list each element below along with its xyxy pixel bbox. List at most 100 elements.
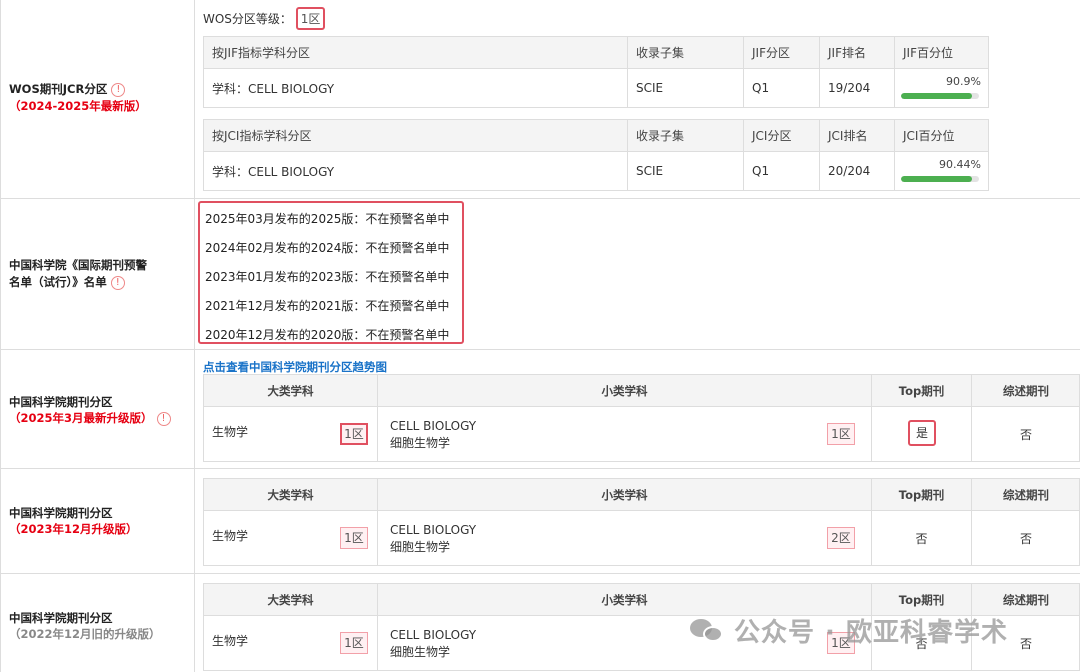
jci-header-percentile: JCI百分位 [894,120,989,151]
jif-percentile-cell: 90.9% [894,69,989,107]
warning-item: 2025年03月发布的2025版：不在预警名单中 [205,212,450,226]
warning-item: 2020年12月发布的2020版：不在预警名单中 [205,328,450,342]
info-icon[interactable]: ! [111,82,126,97]
cas-2025-label: 中国科学院期刊分区 [9,395,113,409]
cas-2023-label-cell: 中国科学院期刊分区 （2023年12月升级版） [1,469,195,573]
header-major: 大类学科 [267,487,314,502]
header-minor: 小类学科 [377,479,871,510]
minor-subject-cn: 细胞生物学 [390,436,451,450]
review-value: 否 [1019,428,1032,442]
review-value: 否 [1019,532,1032,546]
wos-grade-value: 1区 [295,7,326,30]
header-top: Top期刊 [871,584,971,615]
trend-chart-link[interactable]: 点击查看中国科学院期刊分区趋势图 [203,359,387,375]
wos-row: WOS期刊JCR分区 ! （2024-2025年最新版） WOS分区等级： 1区… [1,0,1080,199]
jif-percentile-text: 90.9% [946,75,981,88]
header-top: Top期刊 [871,375,971,406]
jci-quartile: Q1 [743,152,819,190]
jci-subset: SCIE [627,152,743,190]
jci-header-quartile: JCI分区 [743,120,819,151]
jif-header-percentile: JIF百分位 [894,37,989,68]
warning-item: 2023年01月发布的2023版：不在预警名单中 [205,270,450,284]
major-cell: 生物学 1区 [204,407,377,461]
cas-2023-header: 大类学科 小类学科 Top期刊 综述期刊 [204,479,1079,511]
jif-header-subject: 按JIF指标学科分区 [212,46,310,60]
warning-item: 2024年02月发布的2024版：不在预警名单中 [205,241,450,255]
cas-2022-label: 中国科学院期刊分区 [9,611,113,625]
cas-2025-content: 点击查看中国科学院期刊分区趋势图 大类学科 小类学科 Top期刊 综述期刊 生物… [196,350,1080,468]
minor-cell: CELL BIOLOGY 细胞生物学 1区 [377,407,871,461]
review-cell: 否 [971,407,1080,461]
cas-2025-header: 大类学科 小类学科 Top期刊 综述期刊 [204,375,1079,407]
cas-2022-label-cell: 中国科学院期刊分区 （2022年12月旧的升级版） [1,574,195,672]
top-value: 否 [915,532,928,546]
header-minor: 小类学科 [377,584,871,615]
header-review: 综述期刊 [971,375,1080,406]
top-value: 是 [908,420,936,446]
jci-header-rank: JCI排名 [819,120,894,151]
minor-zone-badge: 2区 [827,527,855,549]
cas-2025-row: 中国科学院期刊分区 （2025年3月最新升级版） ! 点击查看中国科学院期刊分区… [1,350,1080,469]
jif-header: 按JIF指标学科分区 收录子集 JIF分区 JIF排名 JIF百分位 [204,37,988,69]
cas-2023-content: 大类学科 小类学科 Top期刊 综述期刊 生物学 1区 CELL BIOLOGY… [196,469,1080,573]
warning-content: 2025年03月发布的2025版：不在预警名单中 2024年02月发布的2024… [196,199,1080,349]
header-top: Top期刊 [871,479,971,510]
jci-header-subject: 按JCI指标学科分区 [212,129,312,143]
wos-label: WOS期刊JCR分区 [9,82,108,96]
minor-subject-en: CELL BIOLOGY [390,419,477,433]
minor-subject-cn: 细胞生物学 [390,645,451,659]
jif-quartile: Q1 [743,69,819,107]
cas-2023-label: 中国科学院期刊分区 [9,506,113,520]
wos-edition: （2024-2025年最新版） [9,99,147,113]
watermark: 公众号 · 欧亚科睿学术 [690,612,1008,649]
jif-header-rank: JIF排名 [819,37,894,68]
jci-rank: 20/204 [819,152,894,190]
warning-item: 2021年12月发布的2021版：不在预警名单中 [205,299,450,313]
minor-subject-en: CELL BIOLOGY [390,628,477,642]
wos-label-cell: WOS期刊JCR分区 ! （2024-2025年最新版） [1,0,195,198]
jif-row: 学科：CELL BIOLOGY SCIE Q1 19/204 90.9% [204,69,988,107]
jif-subset: SCIE [627,69,743,107]
wechat-icon [690,617,726,645]
cas-2023-row: 中国科学院期刊分区 （2023年12月升级版） 大类学科 小类学科 Top期刊 … [1,469,1080,574]
jif-subject: 学科：CELL BIOLOGY [212,81,335,96]
major-zone-badge: 1区 [340,527,368,549]
top-cell: 否 [871,511,971,565]
info-icon[interactable]: ! [110,275,125,290]
jci-header-subset: 收录子集 [627,120,743,151]
cas-2025-body: 生物学 1区 CELL BIOLOGY 细胞生物学 1区 是 否 [204,407,1079,461]
jif-percentile-fill [901,93,972,99]
info-icon[interactable]: ! [156,411,171,426]
cas-2022-edition: （2022年12月旧的升级版） [9,627,161,641]
wos-grade-label: WOS分区等级： [203,12,292,26]
jci-subject: 学科：CELL BIOLOGY [212,164,335,179]
header-major: 大类学科 [267,592,314,607]
major-zone-badge: 1区 [340,423,368,445]
warning-row: 中国科学院《国际期刊预警 名单（试行）》名单 ! 2025年03月发布的2025… [1,199,1080,350]
watermark-text: 公众号 · 欧亚科睿学术 [734,618,1008,648]
jci-percentile-cell: 90.44% [894,152,989,190]
jci-percentile-fill [901,176,972,182]
header-review: 综述期刊 [971,479,1080,510]
minor-subject-en: CELL BIOLOGY [390,523,477,537]
jif-header-quartile: JIF分区 [743,37,819,68]
wos-content: WOS分区等级： 1区 按JIF指标学科分区 收录子集 JIF分区 JIF排名 … [196,0,1080,198]
jif-percentile-bar [901,93,979,99]
jci-header: 按JCI指标学科分区 收录子集 JCI分区 JCI排名 JCI百分位 [204,120,988,152]
major-zone-badge: 1区 [340,632,368,654]
warning-label-line2: 名单（试行）》名单 [9,275,107,289]
jif-table: 按JIF指标学科分区 收录子集 JIF分区 JIF排名 JIF百分位 学科：CE… [203,36,989,108]
cas-2025-label-cell: 中国科学院期刊分区 （2025年3月最新升级版） ! [1,350,195,468]
jci-table: 按JCI指标学科分区 收录子集 JCI分区 JCI排名 JCI百分位 学科：CE… [203,119,989,191]
major-cell: 生物学 1区 [204,511,377,565]
major-cell: 生物学 1区 [204,616,377,670]
minor-zone-badge: 1区 [827,423,855,445]
jif-rank: 19/204 [819,69,894,107]
jif-header-subset: 收录子集 [627,37,743,68]
cas-2023-table: 大类学科 小类学科 Top期刊 综述期刊 生物学 1区 CELL BIOLOGY… [203,478,1080,566]
major-subject: 生物学 [212,425,249,439]
warning-label-cell: 中国科学院《国际期刊预警 名单（试行）》名单 ! [1,199,195,349]
cas-2023-edition: （2023年12月升级版） [9,522,138,536]
review-cell: 否 [971,511,1080,565]
header-major: 大类学科 [267,383,314,398]
